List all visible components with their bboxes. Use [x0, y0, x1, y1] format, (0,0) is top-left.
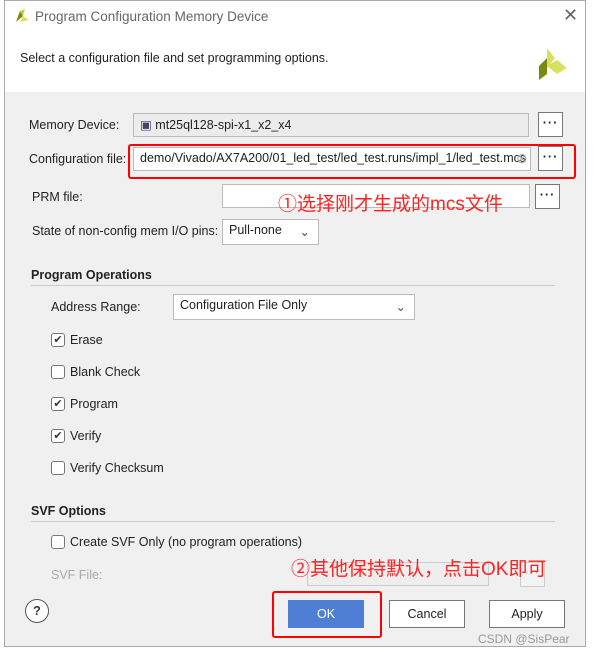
svf-options-title: SVF Options [31, 504, 106, 518]
annotation-step1: ①选择刚才生成的mcs文件 [278, 194, 503, 215]
window-title: Program Configuration Memory Device [35, 9, 269, 24]
prm-file-label: PRM file: [32, 190, 83, 204]
prm-file-browse-button[interactable]: ··· [535, 184, 560, 209]
create-svf-checkbox[interactable] [51, 535, 65, 549]
memory-device-value: mt25ql128-spi-x1_x2_x4 [155, 118, 292, 132]
chevron-down-icon: ⌄ [299, 225, 310, 239]
title-bar: Program Configuration Memory Device ✕ [5, 1, 585, 32]
option-label: Verify [70, 429, 102, 443]
memory-device-label: Memory Device: [29, 118, 120, 132]
option-checkbox[interactable] [51, 365, 65, 379]
apply-button[interactable]: Apply [489, 600, 565, 628]
divider [31, 521, 555, 522]
create-svf-label: Create SVF Only (no program operations) [70, 535, 303, 549]
divider [31, 285, 555, 286]
annotation-step2: ②其他保持默认，点击OK即可 [291, 559, 547, 580]
option-checkbox[interactable]: ✔ [51, 397, 65, 411]
memory-device-browse-button[interactable]: ··· [538, 112, 563, 137]
chevron-down-icon: ⌄ [395, 300, 406, 314]
program-operations-title: Program Operations [31, 268, 152, 282]
xilinx-logo-icon [539, 48, 567, 80]
annotation-box-ok [272, 591, 382, 638]
dialog-window: Program Configuration Memory Device ✕ Se… [4, 0, 586, 647]
option-label: Blank Check [70, 365, 141, 379]
pin-state-label: State of non-config mem I/O pins: [32, 224, 219, 238]
option-checkbox[interactable]: ✔ [51, 333, 65, 347]
option-label: Program [70, 397, 118, 411]
pin-state-value: Pull-none [229, 223, 282, 237]
option-label: Erase [70, 333, 103, 347]
option-label: Verify Checksum [70, 461, 164, 475]
svf-file-label: SVF File: [51, 568, 103, 582]
address-range-select[interactable]: Configuration File Only ⌄ [173, 294, 415, 320]
pin-state-select[interactable]: Pull-none ⌄ [222, 219, 319, 245]
option-checkbox[interactable]: ✔ [51, 429, 65, 443]
chip-icon: ▣ [140, 118, 156, 132]
address-range-value: Configuration File Only [180, 298, 308, 312]
close-icon[interactable]: ✕ [563, 5, 578, 26]
option-checkbox[interactable] [51, 461, 65, 475]
annotation-box-config [128, 144, 576, 179]
address-range-label: Address Range: [51, 300, 141, 314]
memory-device-field[interactable]: ▣ mt25ql128-spi-x1_x2_x4 [133, 113, 529, 137]
config-file-label: Configuration file: [29, 152, 127, 166]
intro-text: Select a configuration file and set prog… [20, 51, 329, 65]
cancel-button[interactable]: Cancel [389, 600, 465, 628]
watermark: CSDN @SisPear [478, 632, 570, 646]
help-button[interactable]: ? [25, 599, 49, 623]
vivado-logo-icon [16, 9, 29, 22]
